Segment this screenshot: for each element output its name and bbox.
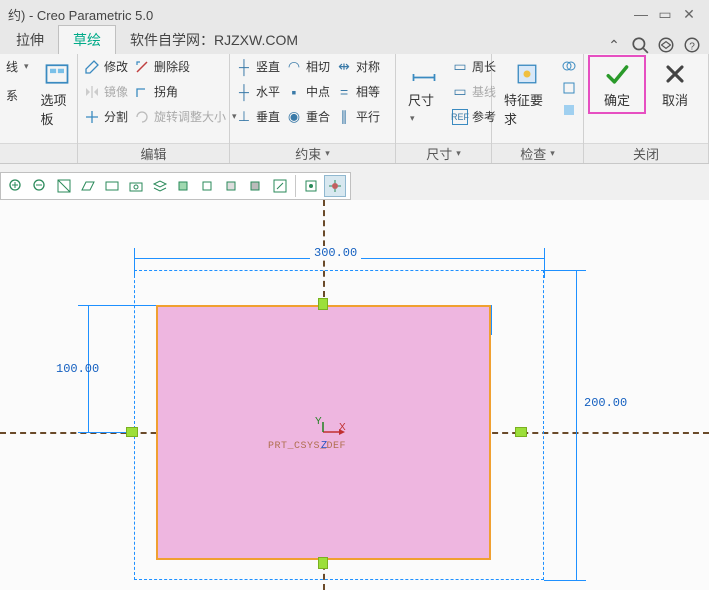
close-window-button[interactable]: ✕ — [677, 6, 701, 23]
panel-constrain: ┼竖直 ┼水平 ⊥垂直 ◠相切 ▪中点 ◉重合 ⇹对称 =相等 ∥平行 约束 — [230, 54, 396, 163]
cancel-button[interactable]: 取消 — [649, 58, 701, 111]
feature-req-button[interactable]: 特征要求 — [498, 58, 555, 130]
dim-width[interactable]: 300.00 — [310, 246, 361, 260]
title-bar: 约) - Creo Parametric 5.0 — ▭ ✕ — [0, 0, 709, 28]
constraint-tick — [318, 298, 328, 310]
panel-datum: 线 系 选项板 — [0, 54, 78, 163]
constraint-tick — [515, 427, 527, 437]
rotate-icon — [134, 109, 150, 125]
csys-label: PRT_CSYS_DEF — [268, 441, 346, 452]
highlight-icon[interactable] — [561, 80, 577, 96]
modify-icon — [84, 59, 100, 75]
sketch-canvas[interactable]: 300.00 150.00 100.00 200.00 X Y Z PRT_CS… — [0, 200, 709, 590]
shade2-icon[interactable] — [197, 175, 219, 197]
symmetric-constraint[interactable]: ⇹对称 — [336, 58, 380, 75]
panel-dimension: 尺寸 ▭周长 ▭基线 REF参考 尺寸 — [396, 54, 492, 163]
shade1-icon[interactable] — [173, 175, 195, 197]
saved-view-icon[interactable] — [101, 175, 123, 197]
display-style-icon[interactable] — [77, 175, 99, 197]
perp-icon: ⊥ — [236, 109, 252, 125]
split-icon — [84, 109, 100, 125]
camera-icon[interactable] — [125, 175, 147, 197]
restore-button[interactable]: ▭ — [653, 6, 677, 23]
layers-icon[interactable] — [149, 175, 171, 197]
tangent-icon: ◠ — [286, 59, 302, 75]
sketch-view-icon[interactable] — [269, 175, 291, 197]
ref-dim-button[interactable]: REF参考 — [452, 108, 496, 125]
sketch-ref-icon[interactable] — [324, 175, 346, 197]
parallel-constraint[interactable]: ∥平行 — [336, 108, 380, 125]
view-toolbar — [0, 172, 351, 200]
midpoint-icon: ▪ — [286, 84, 302, 100]
parallel-icon: ∥ — [336, 109, 352, 125]
perimeter-button[interactable]: ▭周长 — [452, 58, 496, 75]
tangent-constraint[interactable]: ◠相切 — [286, 58, 330, 75]
dimension-button[interactable]: 尺寸 — [402, 58, 446, 126]
baseline-icon: ▭ — [452, 84, 468, 100]
ok-button[interactable]: 确定 — [591, 58, 643, 111]
vertical-icon: ┼ — [236, 59, 252, 75]
svg-text:?: ? — [689, 42, 695, 53]
x-icon — [659, 60, 691, 88]
rotate-scale-button[interactable]: 旋转调整大小 — [134, 108, 237, 125]
split-button[interactable]: 分割 — [84, 108, 128, 125]
panel-constrain-caption[interactable]: 约束 — [230, 143, 395, 163]
panel-close-caption: 关闭 — [584, 143, 708, 163]
panel-dim-caption[interactable]: 尺寸 — [396, 143, 491, 163]
shade-icon[interactable] — [561, 102, 577, 118]
panel-edit: 修改 镜像 分割 删除段 拐角 旋转调整大小 编辑 — [78, 54, 230, 163]
mirror-icon — [84, 84, 100, 100]
panel-close: 确定 取消 关闭 — [584, 54, 709, 163]
horizontal-constraint[interactable]: ┼水平 — [236, 83, 280, 100]
delete-icon — [134, 59, 150, 75]
dim-height-right[interactable]: 200.00 — [584, 396, 627, 410]
sketch-setup-icon[interactable] — [300, 175, 322, 197]
zoom-fit-icon[interactable] — [53, 175, 75, 197]
perimeter-icon: ▭ — [452, 59, 468, 75]
vertical-constraint[interactable]: ┼竖直 — [236, 58, 280, 75]
tab-extrude[interactable]: 拉伸 — [2, 26, 58, 54]
perpendicular-constraint[interactable]: ⊥垂直 — [236, 108, 280, 125]
constraint-tick — [318, 557, 328, 569]
dim-line-right — [576, 270, 577, 580]
coincide-constraint[interactable]: ◉重合 — [286, 108, 330, 125]
panel-inspect: 特征要求 检查 — [492, 54, 584, 163]
collapse-ribbon-icon[interactable]: ⌃ — [605, 36, 623, 54]
help-icon[interactable]: ? — [683, 36, 701, 54]
coord-sys-tool[interactable]: 系 — [6, 87, 29, 104]
delete-segment-button[interactable]: 删除段 — [134, 58, 237, 75]
app-title: 约) - Creo Parametric 5.0 — [8, 5, 153, 24]
mirror-button[interactable]: 镜像 — [84, 83, 128, 100]
midpoint-constraint[interactable]: ▪中点 — [286, 83, 330, 100]
zoom-out-icon[interactable] — [29, 175, 51, 197]
ribbon-tabs: 拉伸 草绘 软件自学网：RJZXW.COM ⌃ ? — [0, 28, 709, 54]
overlap-icon[interactable] — [561, 58, 577, 74]
zoom-in-icon[interactable] — [5, 175, 27, 197]
modify-button[interactable]: 修改 — [84, 58, 128, 75]
tab-site[interactable]: 软件自学网：RJZXW.COM — [116, 26, 312, 54]
palette-button[interactable]: 选项板 — [35, 58, 79, 130]
equal-icon: = — [336, 84, 352, 100]
equal-constraint[interactable]: =相等 — [336, 83, 380, 100]
tab-sketch[interactable]: 草绘 — [58, 25, 116, 54]
learn-icon[interactable] — [657, 36, 675, 54]
check-icon — [601, 60, 633, 88]
corner-icon — [134, 84, 150, 100]
panel-inspect-caption[interactable]: 检查 — [492, 143, 583, 163]
line-tool[interactable]: 线 — [6, 58, 29, 75]
minimize-button[interactable]: — — [629, 6, 653, 22]
sym-icon: ⇹ — [336, 59, 352, 75]
ribbon: 线 系 选项板 修改 镜像 分割 删除段 拐角 旋转调整大小 编辑 — [0, 54, 709, 164]
coincide-icon: ◉ — [286, 109, 302, 125]
search-icon[interactable] — [631, 36, 649, 54]
baseline-button[interactable]: ▭基线 — [452, 83, 496, 100]
dim-height-left[interactable]: 100.00 — [56, 362, 99, 376]
panel-edit-caption: 编辑 — [78, 143, 229, 163]
horizontal-icon: ┼ — [236, 84, 252, 100]
shade4-icon[interactable] — [245, 175, 267, 197]
ref-icon: REF — [452, 109, 468, 125]
shade3-icon[interactable] — [221, 175, 243, 197]
constraint-tick — [126, 427, 138, 437]
corner-button[interactable]: 拐角 — [134, 83, 237, 100]
